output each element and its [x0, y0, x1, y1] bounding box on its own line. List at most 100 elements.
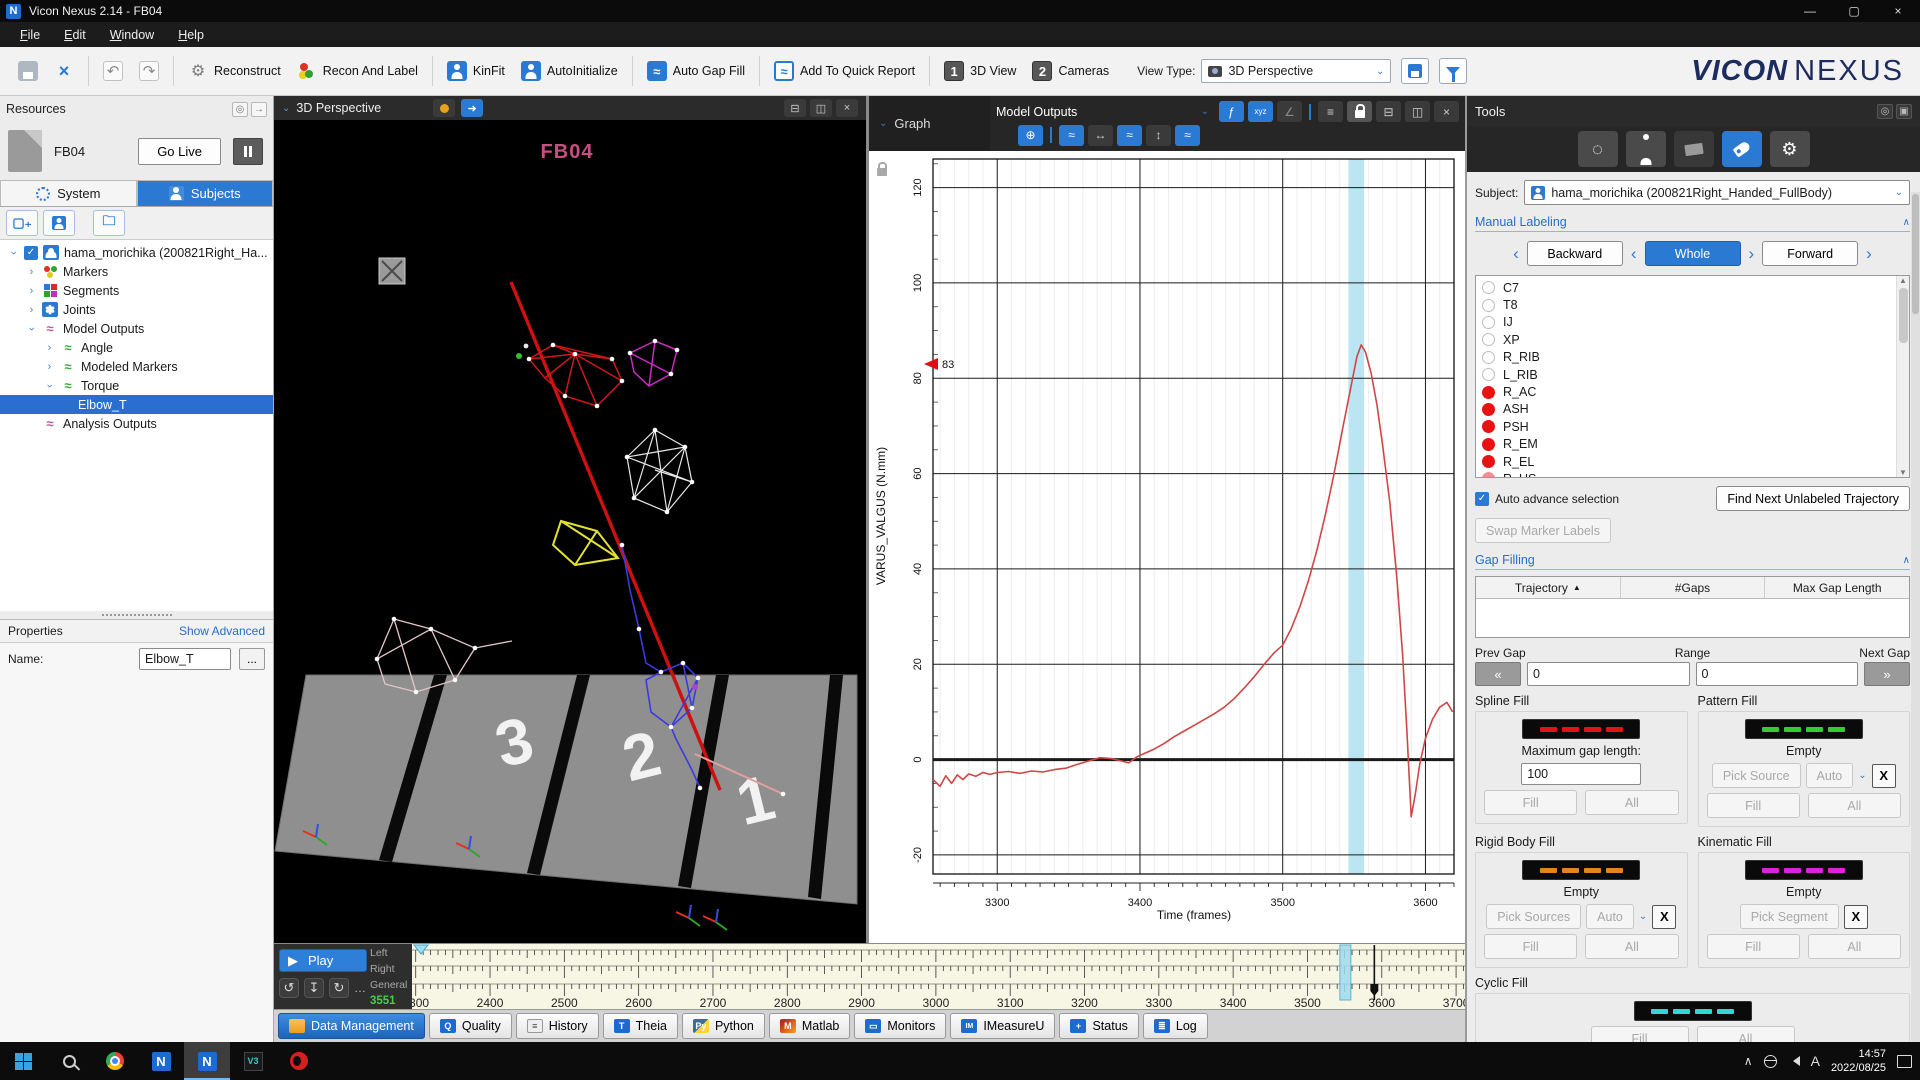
clock[interactable]: 14:57 2022/08/25: [1831, 1047, 1886, 1076]
next-view-icon[interactable]: ➜: [461, 99, 483, 117]
column-header[interactable]: Trajectory: [1515, 581, 1568, 595]
menu-window[interactable]: Window: [98, 24, 166, 46]
tab-quality[interactable]: QQuality: [429, 1013, 512, 1039]
marker-row-ij[interactable]: IJ: [1482, 314, 1909, 331]
marker-row-l-rib[interactable]: L_RIB: [1482, 366, 1909, 383]
view-type-select[interactable]: 3D Perspective ⌄: [1201, 59, 1391, 83]
max-gap-field[interactable]: 100: [1521, 763, 1641, 785]
capture-icon[interactable]: [1674, 131, 1714, 167]
graph-lock-icon[interactable]: [877, 168, 887, 176]
menu-help[interactable]: Help: [166, 24, 216, 46]
forward-button[interactable]: Forward: [1762, 241, 1858, 266]
expand-icon[interactable]: ›: [44, 361, 55, 373]
expand-icon[interactable]: ›: [26, 304, 37, 316]
pick-source-button[interactable]: Pick Source: [1712, 763, 1801, 788]
lock-x-icon[interactable]: ↔: [1088, 125, 1113, 146]
graph-plot[interactable]: VARUS_VALGUS (N.mm) Time (frames) -20020…: [869, 151, 1465, 940]
toolbar-reconstruct-button[interactable]: ⚙Reconstruct: [180, 55, 289, 87]
tab-theia[interactable]: TTheia: [603, 1013, 678, 1039]
tab-log[interactable]: ≣Log: [1143, 1013, 1208, 1039]
collapse-icon[interactable]: ›: [44, 380, 56, 391]
nexus-app-button-active[interactable]: N: [184, 1042, 230, 1080]
step-backward-icon[interactable]: ‹: [1631, 244, 1637, 264]
toolbar-delete-button[interactable]: ×: [46, 55, 82, 87]
toolbar-add-to-quick-report-button[interactable]: ≈Add To Quick Report: [766, 55, 923, 87]
step-forward-icon[interactable]: ›: [1866, 244, 1872, 264]
save-view-button[interactable]: [1401, 58, 1429, 84]
tree-item-torque[interactable]: ›≈Torque: [0, 376, 273, 395]
marker-row-ash[interactable]: ASH: [1482, 401, 1909, 418]
pipeline-icon[interactable]: ⚙: [1770, 131, 1810, 167]
red-app-button[interactable]: [276, 1042, 322, 1080]
spline-fill-button[interactable]: Fill: [1484, 790, 1577, 815]
rewind-loop-button[interactable]: ↺: [279, 978, 299, 998]
toolbar-redo-button[interactable]: ↷: [131, 55, 167, 87]
marker-row-psh[interactable]: PSH: [1482, 418, 1909, 435]
cyclic-fill-button[interactable]: Fill: [1591, 1026, 1689, 1042]
split-horizontal-icon[interactable]: ⊟: [1376, 101, 1401, 122]
pattern-fill-button[interactable]: Fill: [1707, 793, 1800, 818]
auto-advance-checkbox[interactable]: ✓: [1475, 492, 1489, 506]
tree-item-hama-morichika[interactable]: ›✓hama_morichika (200821Right_Ha...: [0, 243, 273, 262]
components-icon[interactable]: xyz: [1248, 101, 1273, 122]
go-live-button[interactable]: Go Live: [138, 138, 221, 165]
tab-history[interactable]: ≡History: [516, 1013, 599, 1039]
visual3d-button[interactable]: V3: [230, 1042, 276, 1080]
expand-icon[interactable]: ›: [44, 342, 55, 354]
filter-view-button[interactable]: [1439, 58, 1467, 84]
chrome-button[interactable]: [92, 1042, 138, 1080]
rigid-all-button[interactable]: All: [1585, 934, 1678, 959]
column-header[interactable]: Max Gap Length: [1765, 577, 1909, 598]
loop-mode-button[interactable]: ↧: [304, 978, 324, 998]
float-panel-icon[interactable]: ▣: [1896, 104, 1912, 119]
spline-all-button[interactable]: All: [1585, 790, 1678, 815]
pin-icon[interactable]: ◎: [232, 102, 248, 117]
toolbar-cameras-button[interactable]: 2Cameras: [1024, 55, 1117, 87]
wave-y-icon[interactable]: ≈: [1117, 125, 1142, 146]
viewport-3d[interactable]: ⌄ 3D Perspective ➜ ⊟ ◫ ×: [274, 96, 866, 943]
minimize-button[interactable]: —: [1788, 0, 1832, 22]
notification-center-icon[interactable]: [1897, 1055, 1912, 1068]
angle-icon[interactable]: ∠: [1277, 101, 1302, 122]
toolbar-save-button[interactable]: [10, 55, 46, 87]
pick-sources-button[interactable]: Pick Sources: [1486, 904, 1581, 929]
ime-indicator[interactable]: A: [1811, 1053, 1820, 1069]
tree-item-markers[interactable]: ›Markers: [0, 262, 273, 281]
gap-filling-header[interactable]: Gap Filling∧: [1475, 549, 1910, 570]
toolbar-auto-gap-fill-button[interactable]: ≈Auto Gap Fill: [639, 55, 753, 87]
add-subject-button[interactable]: [43, 210, 75, 236]
lock-y-icon[interactable]: ↕: [1146, 125, 1171, 146]
gap-table[interactable]: Trajectory▲ #Gaps Max Gap Length: [1475, 576, 1910, 638]
timeline-ruler[interactable]: 2300240025002600270028002900300031003200…: [412, 944, 1465, 1010]
tree-item-joints[interactable]: ›✽Joints: [0, 300, 273, 319]
wave-z-icon[interactable]: ≈: [1175, 125, 1200, 146]
tab-status[interactable]: +Status: [1059, 1013, 1138, 1039]
tree-item-angle[interactable]: ›≈Angle: [0, 338, 273, 357]
next-gap-button[interactable]: »: [1864, 662, 1910, 686]
split-vertical-icon[interactable]: ◫: [1405, 101, 1430, 122]
volume-icon[interactable]: [1788, 1056, 1800, 1066]
range-field[interactable]: 0: [1696, 662, 1859, 686]
expand-icon[interactable]: ›: [26, 285, 37, 297]
marker-row-t8[interactable]: T8: [1482, 296, 1909, 313]
rigid-fill-button[interactable]: Fill: [1484, 934, 1577, 959]
tree-item-segments[interactable]: ›Segments: [0, 281, 273, 300]
unlabeled-marker-box-icon[interactable]: [379, 258, 405, 284]
tree-item-model[interactable]: ›≈Model Outputs: [0, 319, 273, 338]
kinematic-clear-button[interactable]: X: [1844, 905, 1868, 929]
split-horizontal-icon[interactable]: ⊟: [784, 99, 806, 117]
graph-type-select[interactable]: ⌄ Graph: [869, 96, 990, 151]
tab-python[interactable]: PyPython: [682, 1013, 765, 1039]
whole-button[interactable]: Whole: [1645, 241, 1741, 266]
backward-button[interactable]: Backward: [1527, 241, 1623, 266]
find-next-unlabeled-button[interactable]: Find Next Unlabeled Trajectory: [1716, 486, 1910, 511]
toolbar-kinfit-button[interactable]: KinFit: [439, 55, 513, 87]
alarm-icon[interactable]: ⊕: [1018, 125, 1043, 146]
close-icon[interactable]: ×: [1434, 101, 1459, 122]
tab-subjects[interactable]: Subjects: [137, 180, 274, 206]
step-backward-icon[interactable]: ‹: [1513, 244, 1519, 264]
swap-marker-labels-button[interactable]: Swap Marker Labels: [1475, 518, 1611, 543]
column-header[interactable]: #Gaps: [1621, 577, 1766, 598]
kinematic-fill-button[interactable]: Fill: [1707, 934, 1800, 959]
more-options-button[interactable]: …: [354, 981, 366, 995]
